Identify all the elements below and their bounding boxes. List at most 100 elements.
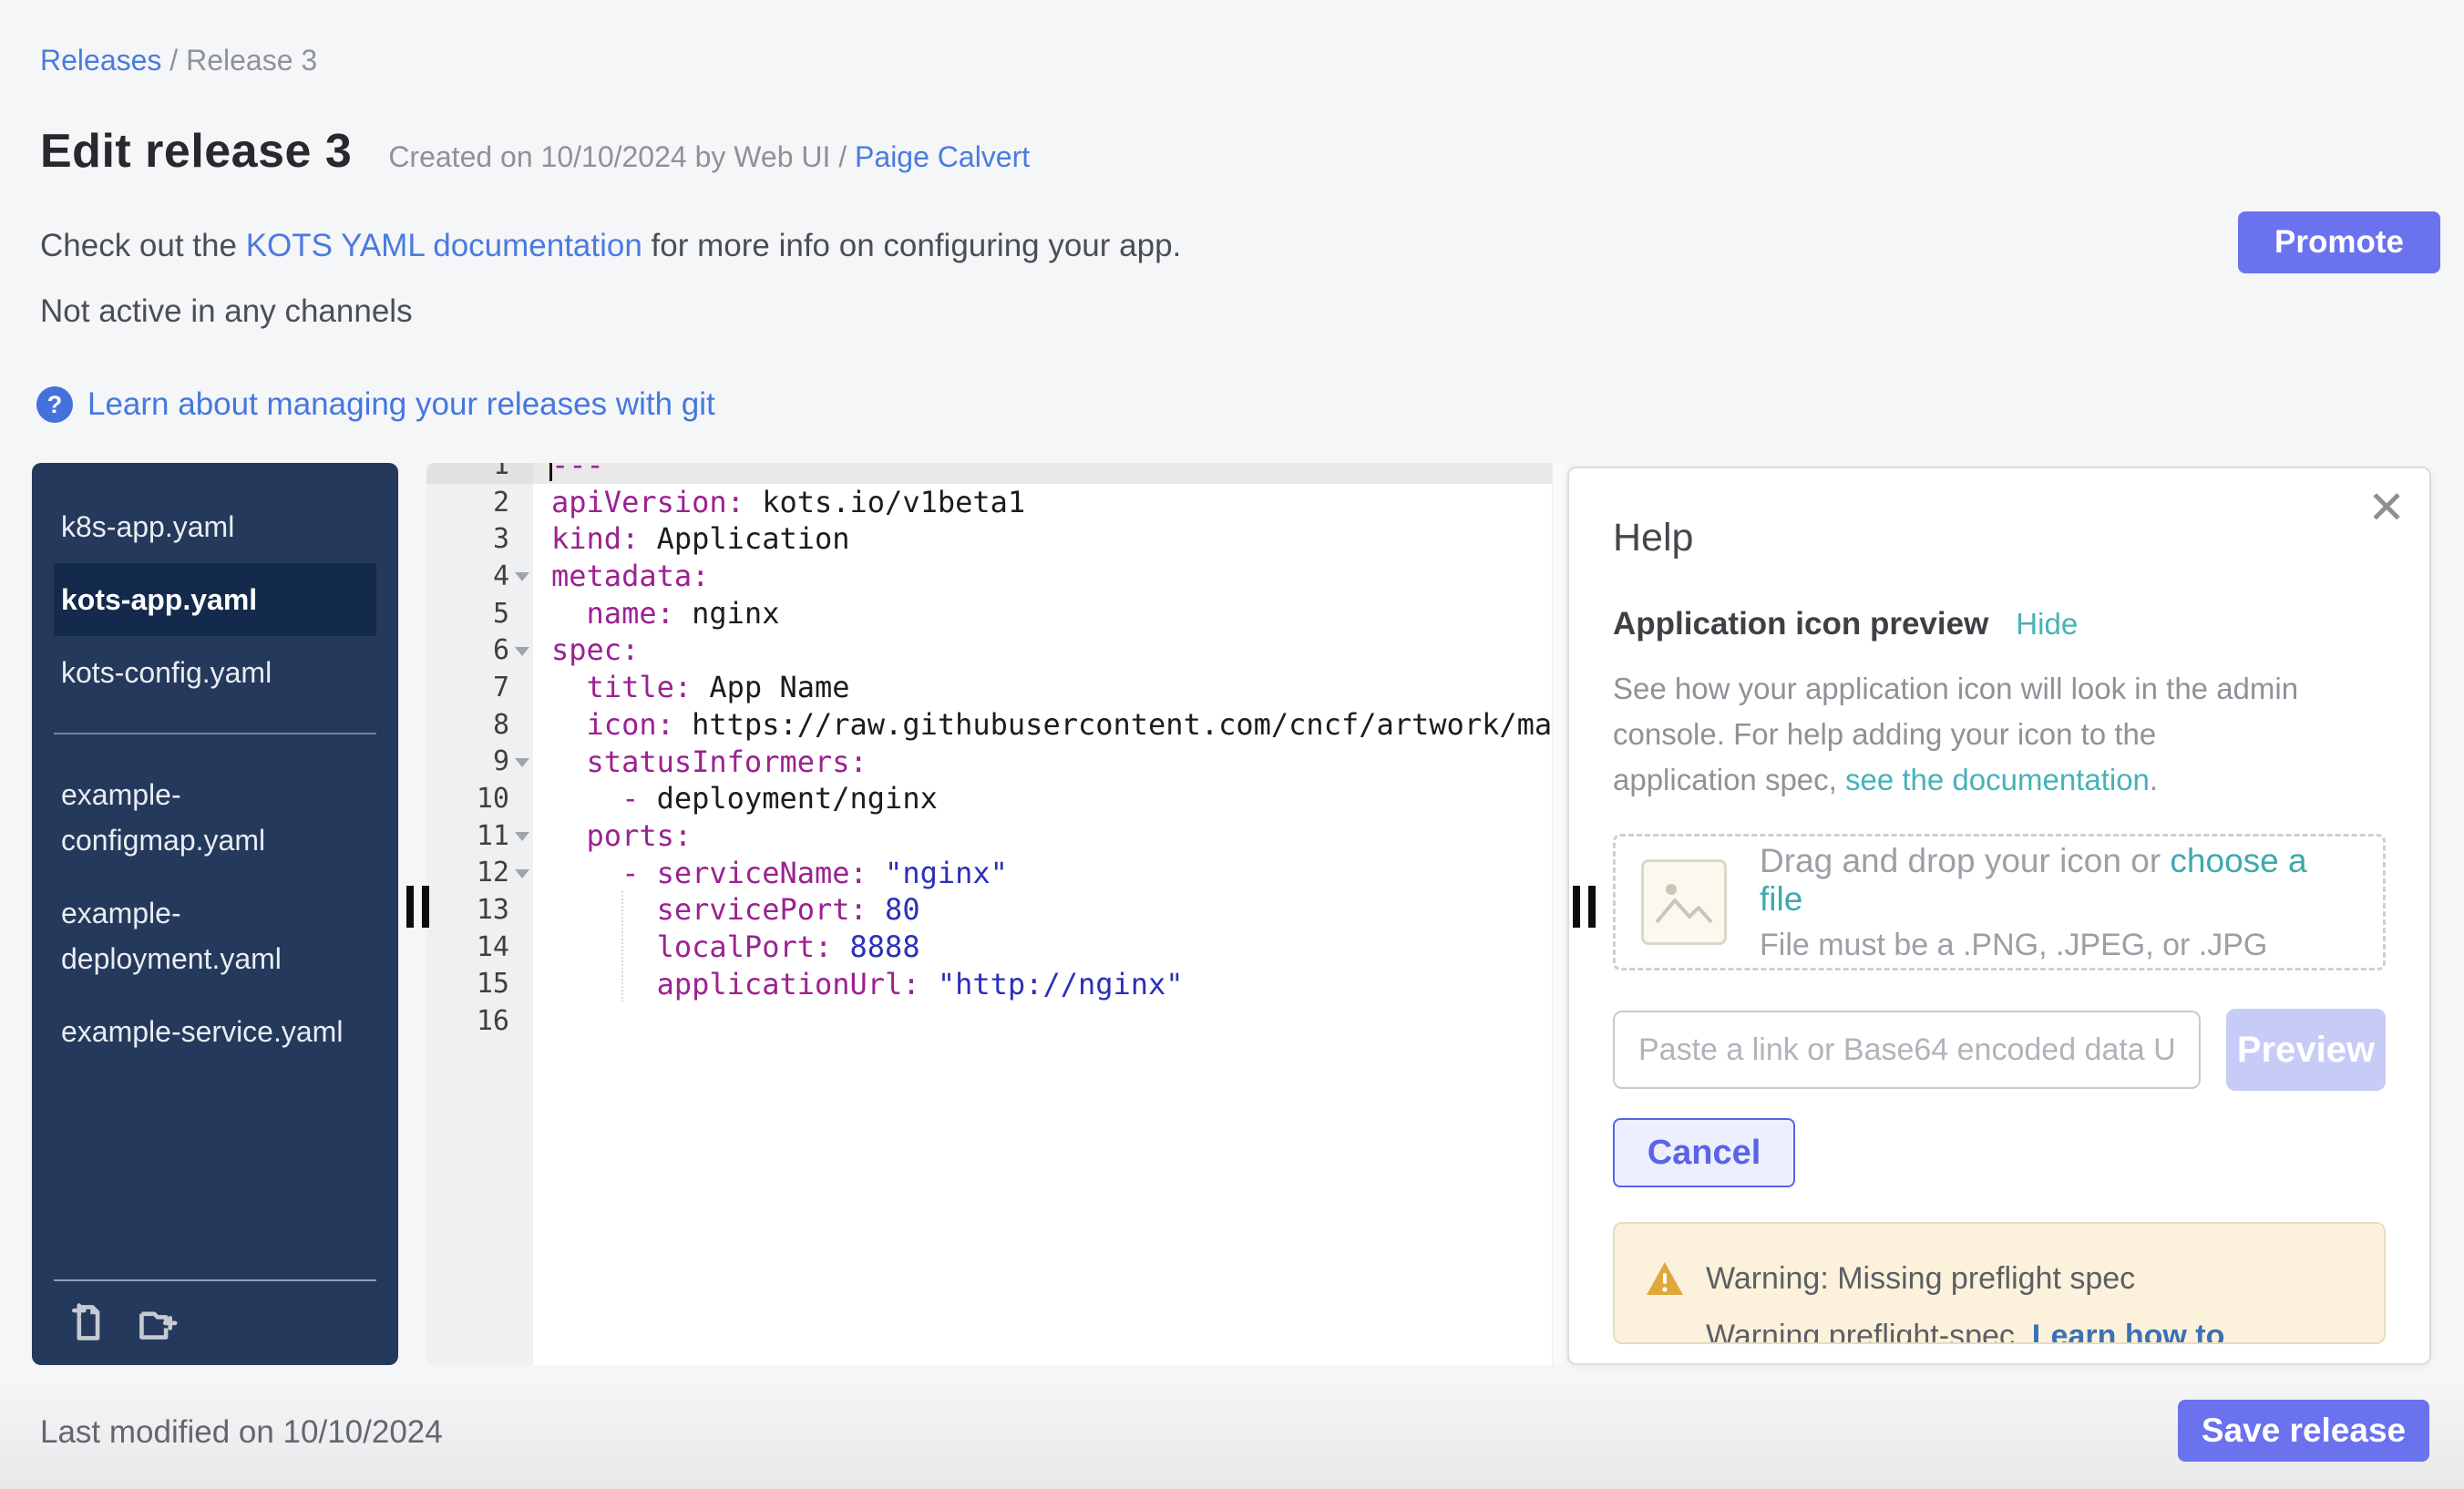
page-title: Edit release 3 bbox=[40, 124, 352, 179]
code-text: ports: bbox=[533, 817, 1552, 855]
editor-line-10[interactable]: 10 - deployment/nginx bbox=[426, 780, 1552, 817]
line-number: 5 bbox=[426, 595, 533, 632]
breadcrumb-current: Release 3 bbox=[186, 44, 317, 77]
line-number: 1 bbox=[426, 463, 533, 484]
question-icon: ? bbox=[36, 386, 73, 423]
line-number: 3 bbox=[426, 520, 533, 558]
text-cursor bbox=[549, 463, 552, 481]
file-sidebar: k8s-app.yamlkots-app.yamlkots-config.yam… bbox=[32, 463, 398, 1365]
last-modified-text: Last modified on 10/10/2024 bbox=[40, 1414, 443, 1451]
editor-line-12[interactable]: 12 - serviceName: "nginx" bbox=[426, 855, 1552, 892]
editor-line-3[interactable]: 3kind: Application bbox=[426, 520, 1552, 558]
line-number: 11 bbox=[426, 817, 533, 855]
code-text: title: App Name bbox=[533, 669, 1552, 706]
line-number: 7 bbox=[426, 669, 533, 706]
editor-line-5[interactable]: 5 name: nginx bbox=[426, 595, 1552, 632]
add-folder-icon[interactable] bbox=[136, 1301, 178, 1343]
editor-line-7[interactable]: 7 title: App Name bbox=[426, 669, 1552, 706]
icon-dropzone[interactable]: Drag and drop your icon or choose a file… bbox=[1613, 834, 2386, 970]
line-number: 13 bbox=[426, 891, 533, 929]
code-text: icon: https://raw.githubusercontent.com/… bbox=[533, 706, 1552, 744]
sidebar-divider bbox=[54, 733, 376, 734]
fold-caret-icon[interactable] bbox=[515, 758, 529, 767]
sidebar-file-kots-config.yaml[interactable]: kots-config.yaml bbox=[54, 636, 376, 709]
code-text bbox=[533, 1002, 1552, 1040]
image-placeholder-icon bbox=[1641, 859, 1727, 945]
git-help-row: ? Learn about managing your releases wit… bbox=[36, 386, 715, 423]
yaml-editor[interactable]: 1---2apiVersion: kots.io/v1beta13kind: A… bbox=[426, 463, 1565, 1365]
editor-line-1[interactable]: 1--- bbox=[426, 463, 1552, 484]
code-text: - deployment/nginx bbox=[533, 780, 1552, 817]
preview-button[interactable]: Preview bbox=[2226, 1009, 2386, 1091]
line-number: 8 bbox=[426, 706, 533, 744]
help-title: Help bbox=[1613, 516, 2386, 560]
editor-line-8[interactable]: 8 icon: https://raw.githubusercontent.co… bbox=[426, 706, 1552, 744]
created-meta: Created on 10/10/2024 by Web UI / Paige … bbox=[388, 140, 1030, 174]
dropzone-text-prefix: Drag and drop your icon or bbox=[1760, 842, 2170, 879]
cancel-button[interactable]: Cancel bbox=[1613, 1118, 1795, 1187]
sidebar-resize-handle[interactable] bbox=[406, 886, 429, 928]
line-number: 6 bbox=[426, 632, 533, 669]
dropzone-text: Drag and drop your icon or choose a file… bbox=[1760, 842, 2357, 963]
editor-line-13[interactable]: 13 servicePort: 80 bbox=[426, 891, 1552, 929]
editor-line-11[interactable]: 11 ports: bbox=[426, 817, 1552, 855]
kots-yaml-docs-link[interactable]: KOTS YAML documentation bbox=[246, 228, 642, 263]
breadcrumb-releases-link[interactable]: Releases bbox=[40, 44, 161, 77]
save-release-button[interactable]: Save release bbox=[2178, 1400, 2429, 1462]
code-text: name: nginx bbox=[533, 595, 1552, 632]
code-text: metadata: bbox=[533, 558, 1552, 595]
editor-line-2[interactable]: 2apiVersion: kots.io/v1beta1 bbox=[426, 484, 1552, 521]
file-group-primary: k8s-app.yamlkots-app.yamlkots-config.yam… bbox=[32, 490, 398, 709]
fold-caret-icon[interactable] bbox=[515, 869, 529, 878]
icon-preview-header: Application icon preview Hide bbox=[1613, 606, 2386, 642]
created-meta-text: Created on 10/10/2024 by Web UI / bbox=[388, 140, 855, 173]
code-text: servicePort: 80 bbox=[533, 891, 1552, 929]
description-period: . bbox=[2150, 763, 2158, 796]
icon-url-input[interactable] bbox=[1613, 1011, 2201, 1089]
line-number: 15 bbox=[426, 966, 533, 1003]
line-number: 16 bbox=[426, 1002, 533, 1040]
editor-line-15[interactable]: 15 applicationUrl: "http://nginx" bbox=[426, 966, 1552, 1003]
sidebar-file-kots-app.yaml[interactable]: kots-app.yaml bbox=[54, 563, 376, 636]
warning-text: Warning: Missing preflight spec bbox=[1706, 1261, 2135, 1297]
hide-link[interactable]: Hide bbox=[2016, 607, 2078, 642]
code-text: applicationUrl: "http://nginx" bbox=[533, 966, 1552, 1003]
code-text: kind: Application bbox=[533, 520, 1552, 558]
code-text: --- bbox=[533, 463, 1552, 484]
code-text: localPort: 8888 bbox=[533, 929, 1552, 966]
add-file-icon[interactable] bbox=[67, 1301, 108, 1343]
sidebar-file-example-service.yaml[interactable]: example-service.yaml bbox=[54, 995, 376, 1068]
fold-caret-icon[interactable] bbox=[515, 572, 529, 581]
author-link[interactable]: Paige Calvert bbox=[855, 140, 1030, 173]
editor-scrollbar[interactable] bbox=[1552, 463, 1565, 1365]
line-number: 9 bbox=[426, 744, 533, 781]
see-documentation-link[interactable]: see the documentation bbox=[1845, 763, 2150, 796]
editor-line-9[interactable]: 9 statusInformers: bbox=[426, 744, 1552, 781]
close-icon[interactable]: ✕ bbox=[2367, 485, 2406, 530]
git-releases-link[interactable]: Learn about managing your releases with … bbox=[87, 386, 715, 423]
docs-hint-suffix: for more info on configuring your app. bbox=[642, 228, 1181, 263]
code-text: spec: bbox=[533, 632, 1552, 669]
warning-triangle-icon bbox=[1646, 1260, 1684, 1297]
promote-button[interactable]: Promote bbox=[2238, 211, 2440, 273]
help-panel-resize-handle[interactable] bbox=[1573, 886, 1596, 928]
code-text: apiVersion: kots.io/v1beta1 bbox=[533, 484, 1552, 521]
sidebar-file-example-configmap.yaml[interactable]: example-configmap.yaml bbox=[54, 758, 376, 877]
dropzone-file-rule: File must be a .PNG, .JPEG, or .JPG bbox=[1760, 928, 2357, 963]
line-number: 12 bbox=[426, 855, 533, 892]
editor-line-6[interactable]: 6spec: bbox=[426, 632, 1552, 669]
editor-lines: 1---2apiVersion: kots.io/v1beta13kind: A… bbox=[426, 463, 1552, 1040]
fold-caret-icon[interactable] bbox=[515, 832, 529, 841]
line-number: 4 bbox=[426, 558, 533, 595]
editor-line-16[interactable]: 16 bbox=[426, 1002, 1552, 1040]
editor-line-14[interactable]: 14 localPort: 8888 bbox=[426, 929, 1552, 966]
sidebar-file-k8s-app.yaml[interactable]: k8s-app.yaml bbox=[54, 490, 376, 563]
fold-caret-icon[interactable] bbox=[515, 647, 529, 656]
warning-detail-text: Warning preflight-spec. bbox=[1706, 1319, 2032, 1344]
title-row: Edit release 3 Created on 10/10/2024 by … bbox=[40, 124, 1030, 179]
code-text: statusInformers: bbox=[533, 744, 1552, 781]
sidebar-file-example-deployment.yaml[interactable]: example-deployment.yaml bbox=[54, 877, 376, 995]
breadcrumb-separator: / bbox=[161, 44, 186, 77]
editor-line-4[interactable]: 4metadata: bbox=[426, 558, 1552, 595]
warning-detail: Warning preflight-spec. Learn how to con… bbox=[1646, 1319, 2353, 1344]
